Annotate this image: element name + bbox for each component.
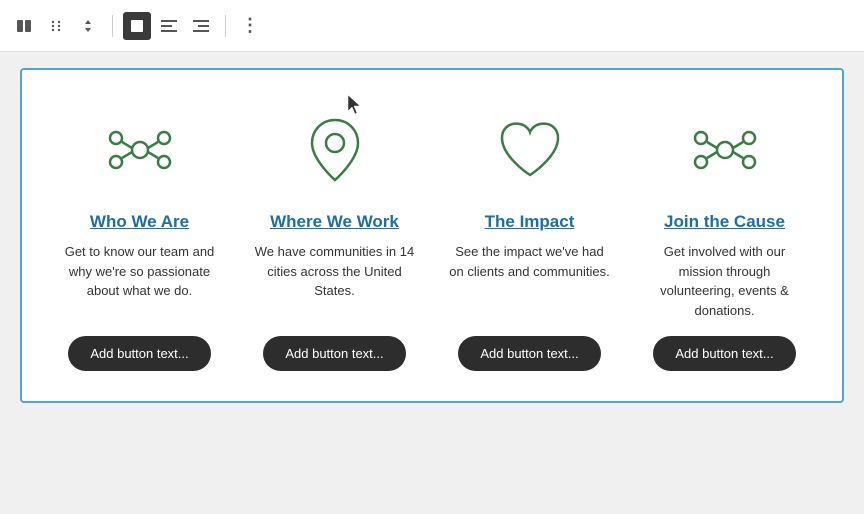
drag-handle-button[interactable] (42, 12, 70, 40)
align-right-button[interactable] (187, 12, 215, 40)
card-where-we-work: Where We Work We have communities in 14 … (237, 90, 432, 381)
more-options-button[interactable]: ⋮ (236, 12, 264, 40)
move-up-down-button[interactable] (74, 12, 102, 40)
the-impact-title[interactable]: The Impact (485, 212, 575, 232)
card-container: Who We Are Get to know our team and why … (20, 68, 844, 403)
align-left-button[interactable] (155, 12, 183, 40)
where-we-work-icon (285, 100, 385, 200)
content-area: Who We Are Get to know our team and why … (0, 52, 864, 419)
where-we-work-description: We have communities in 14 cities across … (253, 242, 416, 320)
toolbar-group-left (10, 12, 102, 40)
who-we-are-icon (90, 100, 190, 200)
who-we-are-title[interactable]: Who We Are (90, 212, 189, 232)
who-we-are-description: Get to know our team and why we're so pa… (58, 242, 221, 320)
join-the-cause-title[interactable]: Join the Cause (664, 212, 785, 232)
toolbar-divider-2 (225, 15, 226, 37)
card-join-the-cause: Join the Cause Get involved with our mis… (627, 90, 822, 381)
the-impact-button[interactable]: Add button text... (458, 336, 600, 371)
card-the-impact: The Impact See the impact we've had on c… (432, 90, 627, 381)
where-we-work-button[interactable]: Add button text... (263, 336, 405, 371)
who-we-are-button[interactable]: Add button text... (68, 336, 210, 371)
where-we-work-title[interactable]: Where We Work (270, 212, 399, 232)
toolbar: ⋮ (0, 0, 864, 52)
block-view-button[interactable] (123, 12, 151, 40)
card-who-we-are: Who We Are Get to know our team and why … (42, 90, 237, 381)
join-the-cause-button[interactable]: Add button text... (653, 336, 795, 371)
toolbar-group-center (123, 12, 215, 40)
toolbar-divider-1 (112, 15, 113, 37)
columns-icon-button[interactable] (10, 12, 38, 40)
the-impact-description: See the impact we've had on clients and … (448, 242, 611, 320)
the-impact-icon (480, 100, 580, 200)
join-the-cause-description: Get involved with our mission through vo… (643, 242, 806, 320)
join-the-cause-icon (675, 100, 775, 200)
